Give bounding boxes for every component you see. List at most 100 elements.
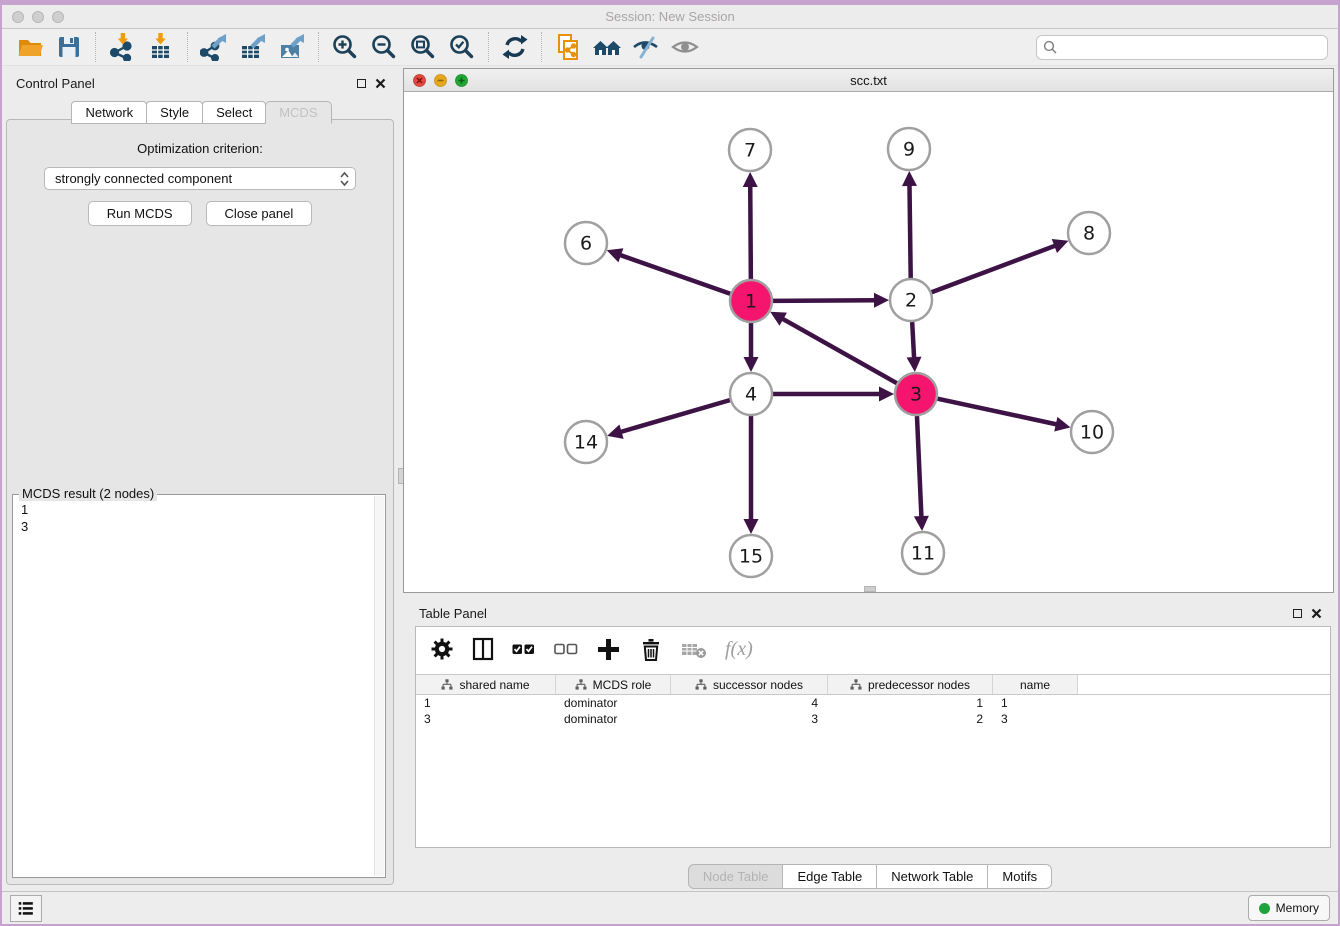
task-history-button[interactable]: [10, 895, 42, 922]
table-cell[interactable]: dominator: [556, 712, 671, 726]
graph-edge[interactable]: [750, 185, 751, 279]
table-cell[interactable]: 1: [416, 696, 556, 710]
eye-slash-icon: [632, 33, 660, 61]
tab-motifs[interactable]: Motifs: [987, 864, 1052, 889]
show-panels-button[interactable]: [669, 32, 701, 62]
graph-node-label: 4: [745, 384, 757, 406]
search-input[interactable]: [1061, 37, 1327, 57]
tab-select[interactable]: Select: [202, 101, 266, 124]
float-panel-icon[interactable]: [1293, 609, 1302, 618]
app-title: Session: New Session: [2, 9, 1338, 24]
table-cell[interactable]: 4: [671, 696, 828, 710]
column-header-label: predecessor nodes: [868, 678, 970, 692]
column-header[interactable]: MCDS role: [556, 675, 671, 694]
table-cell[interactable]: 3: [671, 712, 828, 726]
zoom-out-icon: [370, 33, 398, 61]
graph-edge[interactable]: [917, 416, 921, 518]
table-cell[interactable]: 3: [416, 712, 556, 726]
graph-edge[interactable]: [912, 322, 914, 359]
toolbar-separator: [488, 32, 490, 62]
graph-edge-arrow: [902, 171, 917, 186]
hierarchy-icon: [441, 679, 453, 690]
table-row[interactable]: 1dominator411: [416, 695, 1330, 711]
export-image-button[interactable]: [276, 32, 308, 62]
graph-edge[interactable]: [620, 400, 730, 432]
select-all-button[interactable]: [512, 637, 536, 661]
splitter-grip[interactable]: [864, 586, 876, 592]
column-header[interactable]: shared name: [416, 675, 556, 694]
memory-status-icon: [1259, 903, 1270, 914]
mcds-panel: Optimization criterion: strongly connect…: [6, 119, 394, 885]
copy-network-button[interactable]: [552, 32, 584, 62]
function-builder-button[interactable]: f(x): [725, 638, 753, 661]
table-cell[interactable]: 1: [993, 696, 1078, 710]
save-icon: [55, 33, 83, 61]
zoom-selected-button[interactable]: [446, 32, 478, 62]
refresh-button[interactable]: [499, 32, 531, 62]
graph-node-label: 11: [911, 543, 935, 565]
table-panel: Table Panel: [403, 597, 1336, 888]
table-cell[interactable]: 1: [828, 696, 993, 710]
import-network-button[interactable]: [106, 32, 138, 62]
graph-edge[interactable]: [781, 318, 896, 383]
add-row-button[interactable]: [596, 637, 621, 662]
column-header[interactable]: successor nodes: [671, 675, 828, 694]
close-panel-icon[interactable]: [1311, 608, 1322, 619]
table-row[interactable]: 3dominator323: [416, 711, 1330, 727]
show-columns-button[interactable]: [472, 637, 494, 661]
tab-edge-table[interactable]: Edge Table: [782, 864, 877, 889]
float-panel-icon[interactable]: [357, 79, 366, 88]
column-header[interactable]: predecessor nodes: [828, 675, 993, 694]
close-network-button[interactable]: [413, 74, 426, 87]
graph-edge[interactable]: [938, 399, 1058, 425]
table-cell[interactable]: 2: [828, 712, 993, 726]
unselect-all-button[interactable]: [554, 637, 578, 661]
control-panel-tabs: NetworkStyleSelectMCDS: [2, 101, 400, 124]
graph-edge[interactable]: [773, 300, 876, 301]
search-box[interactable]: [1036, 35, 1328, 60]
homes-button[interactable]: [591, 32, 623, 62]
delete-row-button[interactable]: [639, 637, 663, 662]
zoom-in-button[interactable]: [329, 32, 361, 62]
graph-edge[interactable]: [932, 245, 1057, 292]
save-session-button[interactable]: [53, 32, 85, 62]
import-table-button[interactable]: [145, 32, 177, 62]
network-canvas[interactable]: 7968124314101511: [404, 92, 1333, 593]
graph-node-label: 2: [905, 290, 917, 312]
tab-network[interactable]: Network: [71, 101, 147, 124]
zoom-out-button[interactable]: [368, 32, 400, 62]
delete-table-button[interactable]: [681, 638, 707, 660]
mcds-result-lines: 13: [13, 495, 385, 541]
graph-edge[interactable]: [619, 255, 730, 294]
result-line: 1: [21, 501, 377, 518]
criterion-select[interactable]: strongly connected component: [44, 167, 356, 190]
hide-panels-button[interactable]: [630, 32, 662, 62]
zoom-fit-icon: [409, 33, 437, 61]
run-mcds-button[interactable]: Run MCDS: [88, 201, 192, 226]
minimize-network-button[interactable]: [434, 74, 447, 87]
hierarchy-icon: [575, 679, 587, 690]
zoom-fit-button[interactable]: [407, 32, 439, 62]
table-settings-button[interactable]: [430, 637, 454, 661]
result-scrollbar[interactable]: [374, 496, 384, 876]
close-panel-icon[interactable]: [375, 78, 386, 89]
column-header[interactable]: name: [993, 675, 1078, 694]
maximize-network-button[interactable]: [455, 74, 468, 87]
graph-edge[interactable]: [909, 184, 910, 278]
graph-edge-arrow: [914, 516, 929, 531]
tab-network-table[interactable]: Network Table: [876, 864, 988, 889]
tab-style[interactable]: Style: [146, 101, 203, 124]
memory-button[interactable]: Memory: [1248, 895, 1330, 921]
export-table-button[interactable]: [237, 32, 269, 62]
export-network-button[interactable]: [198, 32, 230, 62]
table-cell[interactable]: dominator: [556, 696, 671, 710]
graph-edge-arrow: [1054, 417, 1070, 432]
table-toolbar: f(x): [416, 627, 1330, 671]
tab-mcds[interactable]: MCDS: [265, 101, 331, 124]
header-filler: [1078, 675, 1330, 694]
table-cell[interactable]: 3: [993, 712, 1078, 726]
tab-node-table[interactable]: Node Table: [688, 864, 784, 889]
close-panel-button[interactable]: Close panel: [206, 201, 313, 226]
import-table-icon: [147, 33, 175, 61]
open-file-button[interactable]: [14, 32, 46, 62]
